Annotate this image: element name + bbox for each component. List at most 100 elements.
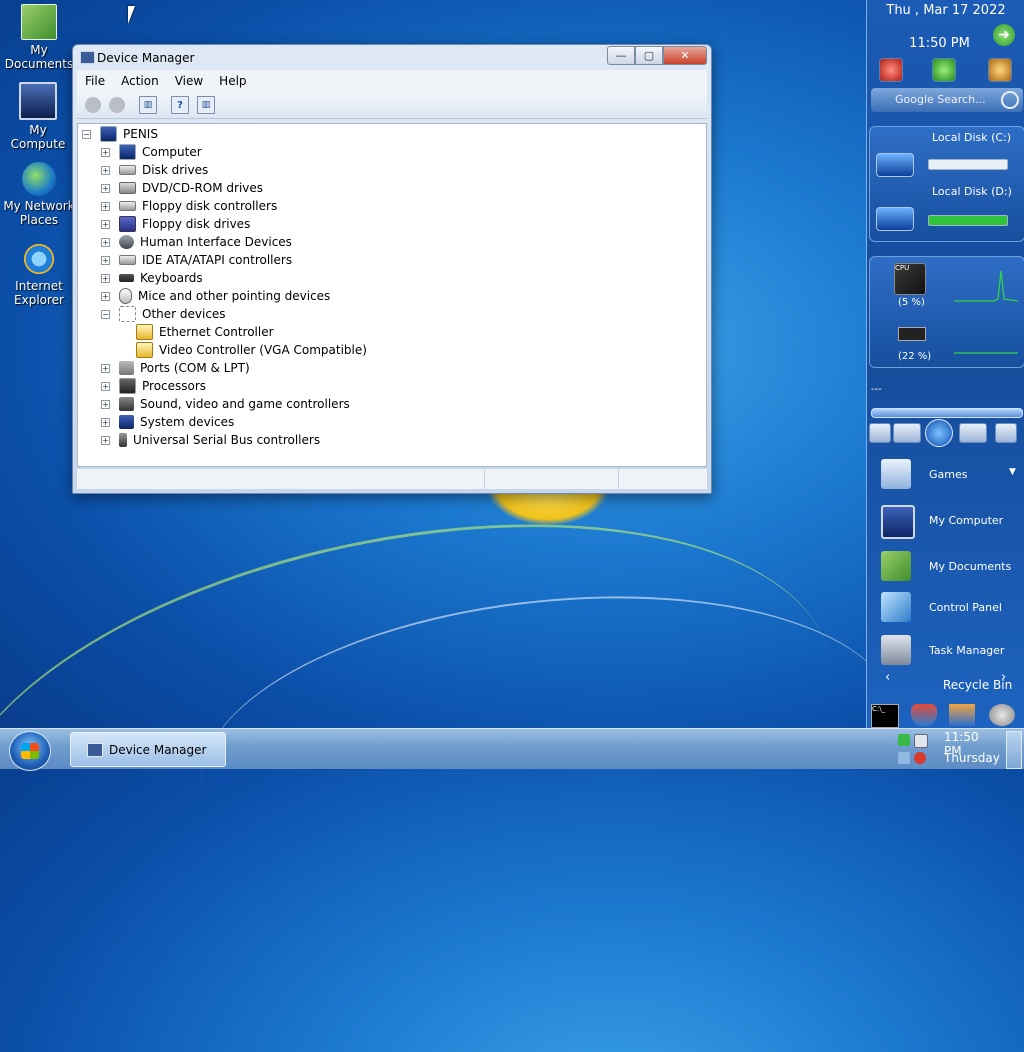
search-icon[interactable]	[1001, 91, 1019, 109]
google-search-box[interactable]: Google Search...	[871, 88, 1023, 112]
menu-help[interactable]: Help	[211, 74, 254, 88]
task-manager-icon	[881, 635, 911, 665]
device-manager-window: Device Manager — ▢ ✕ File Action View He…	[72, 44, 712, 494]
device-tray-icon[interactable]	[914, 734, 928, 748]
show-desktop-button[interactable]	[1006, 731, 1022, 769]
tree-item-ethernet-controller[interactable]: Ethernet Controller	[136, 323, 274, 341]
collapse-icon[interactable]: −	[82, 129, 91, 139]
expand-icon[interactable]: +	[101, 201, 110, 211]
tree-item-video-controller[interactable]: Video Controller (VGA Compatible)	[136, 341, 367, 359]
tree-item-ports[interactable]: + Ports (COM & LPT)	[101, 359, 250, 377]
power-off-icon[interactable]	[879, 58, 903, 82]
expand-icon[interactable]: +	[101, 381, 110, 391]
desktop-icon-my-documents[interactable]: My Documents	[3, 4, 75, 71]
back-icon[interactable]	[85, 97, 101, 113]
restart-icon[interactable]	[932, 58, 956, 82]
tree-item-label: System devices	[140, 415, 235, 429]
standby-icon[interactable]	[988, 58, 1012, 82]
launcher-my-computer[interactable]: My Computer	[867, 501, 1024, 541]
safely-remove-icon[interactable]	[898, 752, 910, 764]
expand-icon[interactable]: +	[101, 255, 110, 265]
device-manager-icon	[80, 51, 95, 64]
desktop-icon-internet-explorer[interactable]: Internet Explorer	[3, 242, 75, 307]
command-prompt-icon[interactable]: C:\_	[871, 704, 899, 728]
tree-item-dvd-drives[interactable]: + DVD/CD-ROM drives	[101, 179, 263, 197]
my-computer-icon	[19, 82, 57, 120]
security-shield-icon[interactable]	[911, 704, 937, 726]
minimize-button[interactable]: —	[607, 46, 635, 65]
launcher-task-manager[interactable]: Task Manager	[867, 631, 1024, 671]
my-computer-icon	[881, 505, 915, 539]
eject-icon[interactable]	[995, 423, 1017, 443]
network-places-icon	[22, 162, 56, 196]
network-tray-icon[interactable]	[898, 734, 910, 746]
expand-icon[interactable]: +	[101, 291, 110, 301]
window-titlebar[interactable]: Device Manager — ▢ ✕	[73, 45, 711, 69]
expand-icon[interactable]: +	[101, 237, 110, 247]
show-hide-console-tree-icon[interactable]: ▥	[139, 96, 157, 114]
tree-item-mice[interactable]: + Mice and other pointing devices	[101, 287, 330, 305]
drive-c-icon	[876, 153, 914, 177]
expand-icon[interactable]: +	[101, 183, 110, 193]
menu-file[interactable]: File	[77, 74, 113, 88]
expand-icon[interactable]: +	[101, 417, 110, 427]
expand-icon[interactable]: +	[101, 363, 110, 373]
cpu-chip-label: CPU	[895, 264, 910, 272]
previous-icon[interactable]	[893, 423, 921, 443]
show-hide-action-pane-icon[interactable]: ▥	[197, 96, 215, 114]
tree-item-other-devices[interactable]: − Other devices	[101, 305, 226, 323]
security-alert-icon[interactable]	[914, 752, 926, 764]
expand-icon[interactable]: +	[101, 273, 110, 283]
close-button[interactable]: ✕	[663, 46, 707, 65]
tree-item-floppy-drives[interactable]: + Floppy disk drives	[101, 215, 250, 233]
sidebar: Thu , Mar 17 2022 11:50 PM ➜ Google Sear…	[866, 0, 1024, 728]
expand-icon[interactable]: +	[101, 165, 110, 175]
stop-icon[interactable]	[869, 423, 891, 443]
tree-item-processors[interactable]: + Processors	[101, 377, 206, 395]
tree-item-disk-drives[interactable]: + Disk drives	[101, 161, 208, 179]
collapse-icon[interactable]: −	[101, 309, 110, 319]
arrow-right-icon[interactable]: ➜	[993, 24, 1015, 46]
media-seek-bar[interactable]	[871, 408, 1023, 418]
expand-icon[interactable]: +	[101, 399, 110, 409]
taskbar-item-device-manager[interactable]: Device Manager	[70, 732, 226, 767]
desktop-icon-label: Documents	[4, 57, 74, 71]
chevron-right-icon[interactable]: ›	[1001, 670, 1006, 685]
cpu-graph	[954, 270, 1018, 302]
tree-item-hid[interactable]: + Human Interface Devices	[101, 233, 292, 251]
tree-item-sound[interactable]: + Sound, video and game controllers	[101, 395, 350, 413]
menu-action[interactable]: Action	[113, 74, 167, 88]
menu-bar: File Action View Help	[77, 70, 707, 92]
tree-root[interactable]: − PENIS	[82, 125, 158, 143]
tree-item-usb[interactable]: + Universal Serial Bus controllers	[101, 431, 320, 449]
speaker-icon[interactable]	[989, 704, 1015, 726]
chevron-left-icon[interactable]: ‹	[885, 670, 890, 685]
tree-item-label: Computer	[142, 145, 202, 159]
floppy-controller-icon	[119, 201, 136, 211]
desktop-icon-my-network-places[interactable]: My Network Places	[3, 162, 75, 227]
tree-item-ide-controllers[interactable]: + IDE ATA/ATAPI controllers	[101, 251, 292, 269]
start-button[interactable]	[9, 731, 51, 771]
tree-item-system-devices[interactable]: + System devices	[101, 413, 234, 431]
tree-item-keyboards[interactable]: + Keyboards	[101, 269, 203, 287]
forward-icon[interactable]	[109, 97, 125, 113]
ide-controller-icon	[119, 255, 136, 265]
tree-item-computer[interactable]: + Computer	[101, 143, 202, 161]
expand-icon[interactable]: +	[101, 219, 110, 229]
tree-item-floppy-controllers[interactable]: + Floppy disk controllers	[101, 197, 277, 215]
chevron-down-icon[interactable]: ▼	[1009, 467, 1016, 477]
network-icon[interactable]	[949, 704, 975, 726]
expand-icon[interactable]: +	[101, 147, 110, 157]
launcher-my-documents[interactable]: My Documents	[867, 547, 1024, 587]
launcher-games[interactable]: Games ▼	[867, 455, 1024, 495]
maximize-button[interactable]: ▢	[635, 46, 663, 65]
next-icon[interactable]	[959, 423, 987, 443]
status-segment	[485, 469, 620, 489]
window-title: Device Manager	[97, 51, 195, 65]
expand-icon[interactable]: +	[101, 435, 110, 445]
help-icon[interactable]: ?	[171, 96, 189, 114]
launcher-control-panel[interactable]: Control Panel	[867, 588, 1024, 628]
play-icon[interactable]	[925, 419, 953, 447]
menu-view[interactable]: View	[167, 74, 211, 88]
desktop-icon-my-computer[interactable]: My Compute	[2, 82, 74, 151]
